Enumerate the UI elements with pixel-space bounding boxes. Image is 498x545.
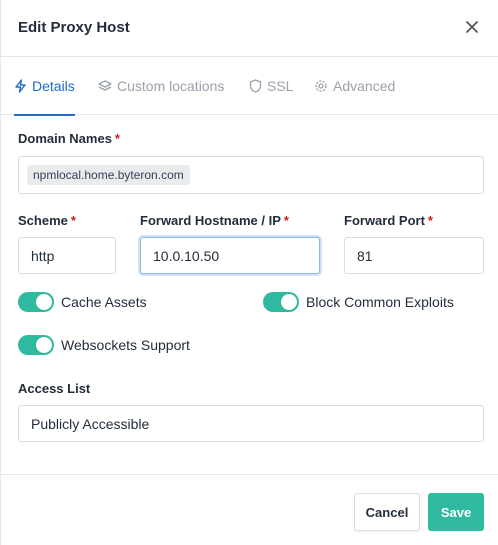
toggle-switch[interactable]: [263, 292, 299, 312]
cache-assets-toggle[interactable]: Cache Assets: [18, 292, 147, 312]
edit-proxy-host-dialog: Edit Proxy Host Details Custom locations…: [0, 0, 498, 545]
websockets-support-toggle[interactable]: Websockets Support: [18, 335, 190, 355]
cancel-button[interactable]: Cancel: [354, 493, 420, 531]
tab-custom-locations[interactable]: Custom locations: [98, 57, 224, 115]
tab-bar: Details Custom locations SSL Advanced: [1, 57, 498, 116]
domain-names-input[interactable]: npmlocal.home.byteron.com: [18, 156, 484, 194]
layers-icon: [98, 80, 112, 91]
save-button[interactable]: Save: [428, 493, 484, 531]
access-list-label: Access List: [18, 381, 91, 396]
block-common-exploits-toggle[interactable]: Block Common Exploits: [263, 292, 454, 312]
toggle-label: Block Common Exploits: [306, 294, 454, 310]
toggle-switch[interactable]: [18, 335, 54, 355]
toggle-label: Cache Assets: [61, 294, 147, 310]
forward-hostname-label: Forward Hostname / IP *: [140, 213, 289, 228]
lightning-icon: [15, 79, 26, 93]
dialog-title: Edit Proxy Host: [18, 19, 130, 36]
forward-hostname-input[interactable]: 10.0.10.50: [140, 237, 320, 274]
scheme-label: Scheme *: [18, 213, 76, 228]
scheme-input[interactable]: http: [18, 237, 116, 274]
gear-icon: [315, 80, 327, 92]
dialog-header: Edit Proxy Host: [1, 0, 498, 57]
tab-label: Advanced: [333, 78, 396, 94]
toggle-switch[interactable]: [18, 292, 54, 312]
tab-label: Details: [32, 78, 75, 94]
tab-label: Custom locations: [117, 78, 225, 94]
tab-details[interactable]: Details: [14, 57, 75, 116]
dialog-footer: Cancel Save: [1, 474, 498, 545]
domain-chip[interactable]: npmlocal.home.byteron.com: [27, 165, 190, 185]
toggle-label: Websockets Support: [61, 337, 190, 353]
forward-port-label: Forward Port *: [344, 213, 433, 228]
shield-icon: [249, 79, 262, 93]
tab-advanced[interactable]: Advanced: [314, 57, 395, 115]
tab-label: SSL: [267, 78, 294, 94]
forward-port-input[interactable]: 81: [344, 237, 484, 274]
close-icon[interactable]: [463, 18, 481, 36]
domain-names-label: Domain Names *: [18, 131, 120, 146]
access-list-select[interactable]: Publicly Accessible: [18, 405, 484, 442]
tab-ssl[interactable]: SSL: [249, 57, 293, 115]
